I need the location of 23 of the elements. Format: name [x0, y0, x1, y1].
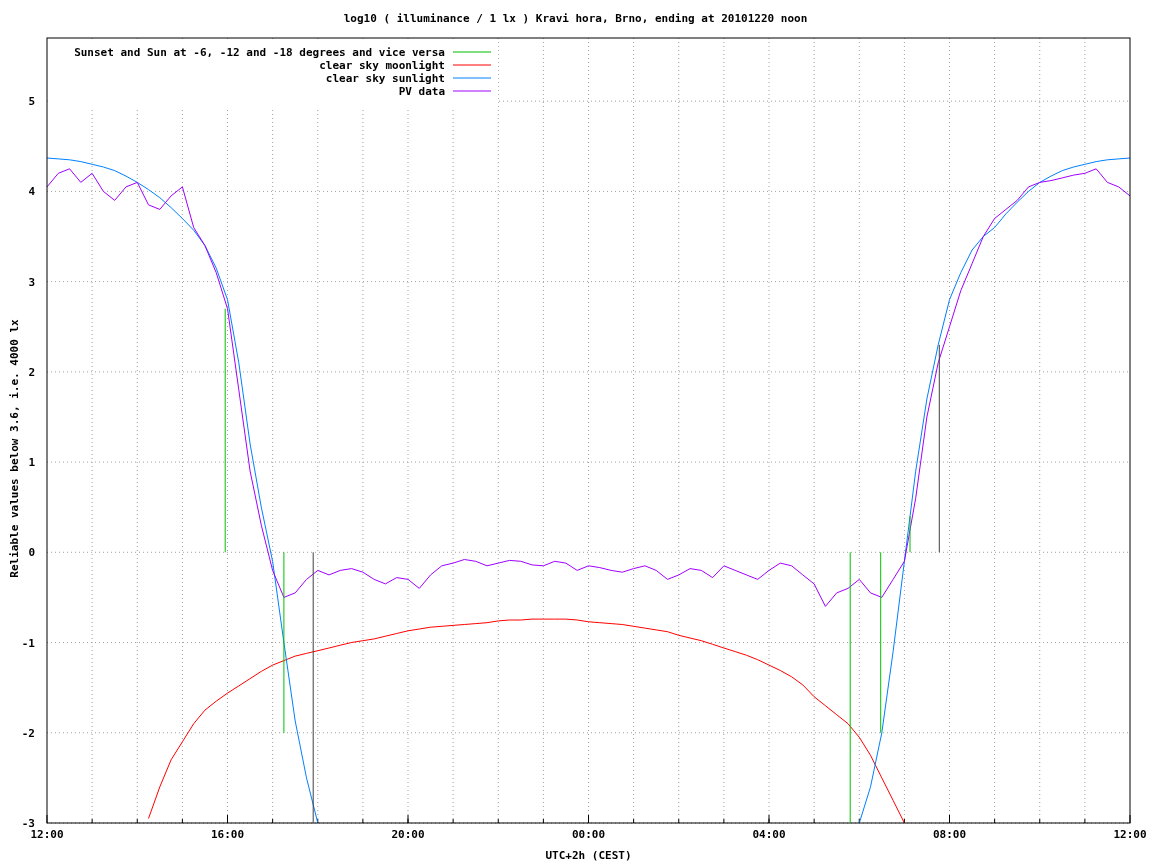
y-tick-label: -1	[21, 636, 35, 650]
y-tick-label: 5	[28, 95, 35, 109]
y-tick-label: 3	[28, 275, 35, 289]
y-tick-label: -2	[21, 726, 35, 740]
legend-label: PV data	[398, 85, 445, 98]
x-tick-label: 20:00	[391, 828, 425, 841]
legend-label: Sunset and Sun at -6, -12 and -18 degrees and vice versa	[74, 46, 445, 59]
y-tick-label: 1	[28, 456, 35, 470]
y-tick-label: 2	[28, 365, 35, 379]
chart-title: log10 ( illuminance / 1 lx ) Kravi hora, Brno, ending at 20101220 noon	[343, 12, 808, 25]
x-tick-label: 16:00	[210, 828, 245, 841]
x-tick-label: 12:00	[1113, 828, 1147, 841]
x-tick-label: 12:00	[30, 828, 64, 841]
y-tick-label: 4	[28, 185, 35, 199]
legend-label: clear sky moonlight	[319, 59, 445, 72]
y-tick-label: -3	[21, 817, 35, 830]
x-tick-label: 04:00	[752, 828, 786, 841]
x-tick-label: 08:00	[932, 828, 967, 841]
y-axis-label: Reliable values below 3.6, i.e. 4000 lx	[8, 319, 21, 578]
legend-label: clear sky sunlight	[325, 72, 445, 85]
y-tick-label: 0	[28, 546, 35, 560]
x-axis-label: UTC+2h (CEST)	[545, 849, 632, 862]
x-tick-label: 00:00	[571, 828, 606, 841]
